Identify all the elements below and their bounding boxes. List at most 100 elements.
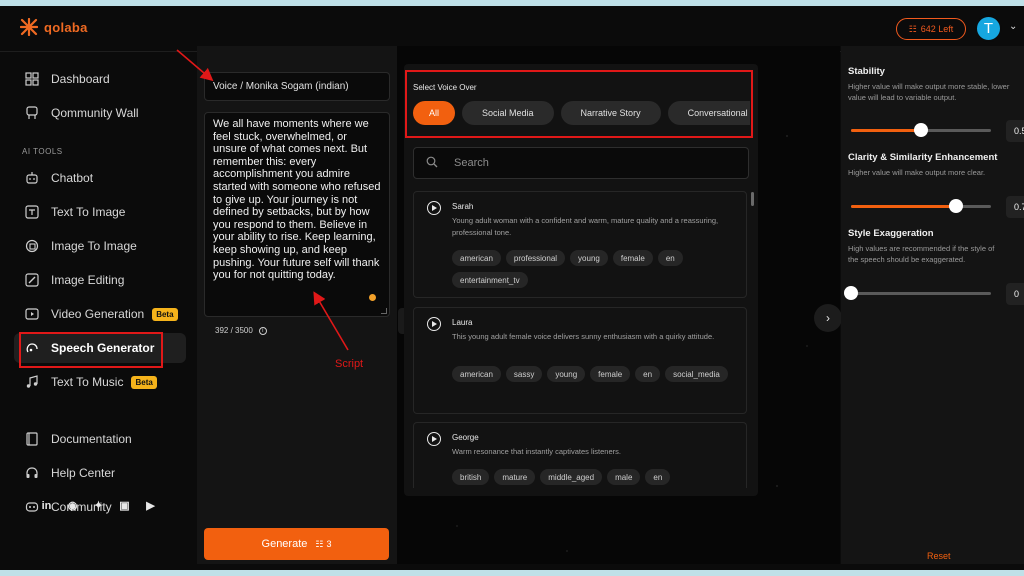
clarity-title: Clarity & Similarity Enhancement [848, 152, 998, 163]
char-counter: 392 / 3500 i [215, 326, 267, 335]
play-icon[interactable] [427, 432, 441, 446]
stability-value[interactable]: 0.5 [1006, 120, 1024, 142]
beta-badge: Beta [131, 375, 157, 389]
tag: professional [505, 250, 566, 266]
tag: female [590, 366, 631, 382]
tag: american [452, 366, 501, 382]
voice-card-laura[interactable]: Laura This young adult female voice deli… [413, 307, 747, 414]
sidebar-item-chatbot[interactable]: Chatbot [14, 163, 186, 193]
sidebar-item-dashboard[interactable]: Dashboard [14, 64, 186, 94]
sidebar-item-label: Video Generation [51, 307, 145, 321]
voice-card-sarah[interactable]: Sarah Young adult woman with a confident… [413, 191, 747, 298]
search-placeholder: Search [454, 157, 489, 169]
info-icon[interactable]: i [258, 326, 267, 335]
grid-icon [24, 72, 39, 87]
style-title: Style Exaggeration [848, 228, 934, 239]
discord-icon [24, 500, 39, 515]
expand-panel-button[interactable]: › [814, 304, 842, 332]
brand-logo[interactable]: qolaba [20, 18, 88, 36]
discord-icon[interactable]: ◉ [66, 499, 79, 512]
tag: mature [494, 469, 536, 485]
chevron-down-icon[interactable]: ⌄ [1009, 21, 1017, 32]
sidebar-item-label: Text To Image [51, 205, 126, 219]
robot-icon [24, 171, 39, 186]
sidebar-item-text-to-image[interactable]: Text To Image [14, 197, 186, 227]
tag: female [612, 250, 653, 266]
image-swap-icon [24, 239, 39, 254]
voice-list-scrollbar[interactable] [751, 192, 754, 206]
settings-panel [841, 46, 1024, 564]
voice-name: Sarah [452, 202, 474, 211]
tag: en [657, 250, 683, 266]
stability-slider[interactable] [851, 123, 991, 137]
sidebar-item-label: Image Editing [51, 273, 125, 287]
slider-knob[interactable] [949, 199, 963, 213]
voice-name: Laura [452, 318, 473, 327]
sidebar-item-video-generation[interactable]: Video Generation Beta [14, 299, 186, 329]
sidebar-item-qommunity-wall[interactable]: Qommunity Wall [14, 98, 186, 128]
music-icon [24, 375, 39, 390]
sidebar-item-image-editing[interactable]: Image Editing [14, 265, 186, 295]
clarity-value[interactable]: 0.75 [1006, 196, 1024, 218]
chevron-right-icon: › [826, 311, 830, 325]
style-description: High values are recommended if the style… [848, 244, 995, 264]
sidebar-item-help-center[interactable]: Help Center [14, 458, 186, 488]
video-icon [24, 307, 39, 322]
slider-fill [851, 129, 921, 132]
twitter-icon[interactable]: ✦ [92, 499, 105, 512]
voice-description: Warm resonance that instantly captivates… [452, 447, 621, 456]
sidebar-item-text-to-music[interactable]: Text To Music Beta [14, 367, 186, 397]
sidebar-item-label: Qommunity Wall [51, 106, 139, 120]
search-icon [426, 156, 438, 171]
avatar[interactable]: T [975, 15, 1002, 42]
tag: male [607, 469, 641, 485]
qolaba-logo-icon [20, 18, 38, 36]
coins-icon: ☷ [908, 23, 917, 34]
play-icon[interactable] [427, 201, 441, 215]
script-text: We all have moments where we feel stuck,… [213, 118, 381, 282]
voice-card-george[interactable]: George Warm resonance that instantly cap… [413, 422, 747, 488]
tag: en [635, 366, 661, 382]
tag: young [570, 250, 608, 266]
style-slider[interactable] [844, 286, 991, 300]
brand-name: qolaba [44, 19, 88, 35]
annotation-highlight-voice-over [405, 70, 753, 138]
script-textarea[interactable]: We all have moments where we feel stuck,… [204, 112, 390, 317]
tag: entertainment_tv [452, 272, 528, 288]
credits-badge[interactable]: ☷ 642 Left [896, 18, 966, 40]
sidebar-item-label: Chatbot [51, 171, 94, 185]
headphones-icon [24, 466, 39, 481]
grammarly-icon[interactable] [369, 294, 376, 301]
play-icon[interactable] [427, 317, 441, 331]
stability-description: Higher value will make output more stabl… [848, 82, 1010, 102]
style-value[interactable]: 0 [1006, 283, 1024, 305]
sidebar-item-documentation[interactable]: Documentation [14, 424, 186, 454]
sidebar-item-label: Help Center [51, 466, 116, 480]
sidebar-item-label: Documentation [51, 432, 132, 446]
edit-icon [24, 273, 39, 288]
youtube-icon[interactable]: ▶ [144, 499, 157, 512]
linkedin-icon[interactable]: in [40, 499, 53, 512]
annotation-highlight-speech-generator [19, 332, 163, 368]
tag: young [547, 366, 586, 382]
slider-knob[interactable] [844, 286, 858, 300]
instagram-icon[interactable]: ▣ [118, 499, 131, 512]
clarity-slider[interactable] [851, 199, 991, 213]
resize-handle[interactable] [381, 308, 387, 314]
generate-cost-value: 3 [326, 539, 332, 549]
reset-button[interactable]: Reset [927, 551, 951, 561]
voice-description: This young adult female voice delivers s… [452, 332, 715, 341]
stability-title: Stability [848, 66, 885, 77]
credits-left: 642 Left [920, 24, 954, 34]
community-wall-icon [24, 106, 39, 121]
slider-knob[interactable] [914, 123, 928, 137]
sidebar-item-label: Text To Music [51, 375, 124, 389]
generate-label: Generate [261, 538, 308, 550]
voice-selector[interactable]: Voice / Monika Sogam (indian) [204, 72, 390, 101]
sidebar-item-label: Image To Image [51, 239, 137, 253]
search-input[interactable]: Search [413, 147, 749, 179]
voice-tags: american sassy young female en social_me… [452, 366, 742, 382]
sidebar-item-image-to-image[interactable]: Image To Image [14, 231, 186, 261]
generate-button[interactable]: Generate ☷ 3 [204, 528, 389, 560]
char-count-text: 392 / 3500 [215, 326, 253, 335]
